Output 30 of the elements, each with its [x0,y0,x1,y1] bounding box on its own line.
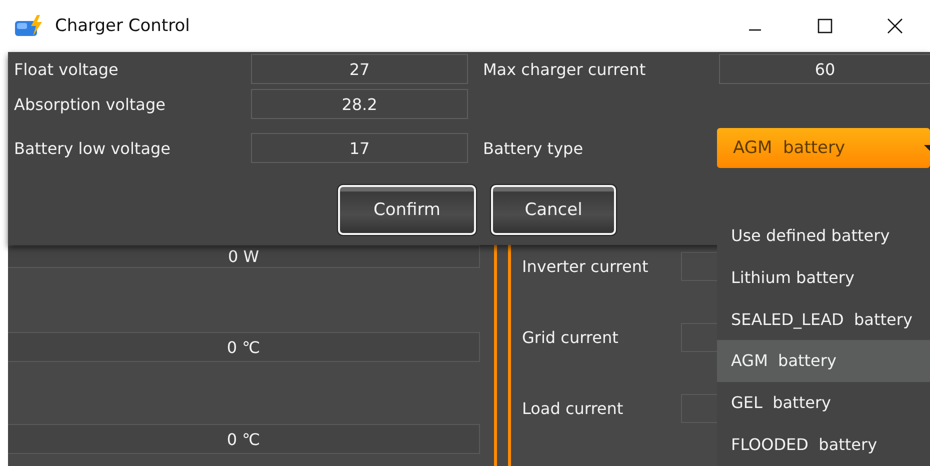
setting-label: Battery type [483,138,584,158]
charger-icon [13,14,45,38]
confirm-button[interactable]: Confirm [338,185,476,235]
dropdown-option[interactable]: FLOODED battery [717,423,930,466]
dropdown-option[interactable]: SEALED_LEAD battery [717,298,930,340]
cancel-button[interactable]: Cancel [491,185,616,235]
caret-icon [924,145,930,151]
reading-field: 0 ℃ [8,332,480,362]
current-label: Inverter current [522,257,650,276]
setting-field[interactable]: 17 [251,133,468,163]
setting-field[interactable]: 28.2 [251,89,468,119]
reading-field: 0 ℃ [8,424,480,454]
close-icon [887,18,903,34]
setting-label: Float voltage [14,60,120,78]
dropdown-option[interactable]: GEL battery [717,382,930,424]
current-label: Load current [522,399,624,418]
dropdown-option[interactable]: AGM battery [717,340,930,382]
current-label: Grid current [522,328,620,347]
dropdown-option[interactable]: Lithium battery [717,256,930,298]
setting-label: Max charger current [483,60,647,78]
battery-type-dropdown[interactable]: AGM battery [717,128,930,168]
reading-field: 0 W [8,245,480,268]
setting-field[interactable]: 60 [719,54,930,84]
setting-label: Battery low voltage [14,138,172,158]
window-title: Charger Control [55,16,190,36]
minimize-icon [748,29,762,31]
maximize-icon [817,18,833,34]
setting-label: Absorption voltage [14,94,166,114]
dropdown-option[interactable]: Use defined battery [717,215,930,257]
setting-field[interactable]: 27 [251,54,468,84]
